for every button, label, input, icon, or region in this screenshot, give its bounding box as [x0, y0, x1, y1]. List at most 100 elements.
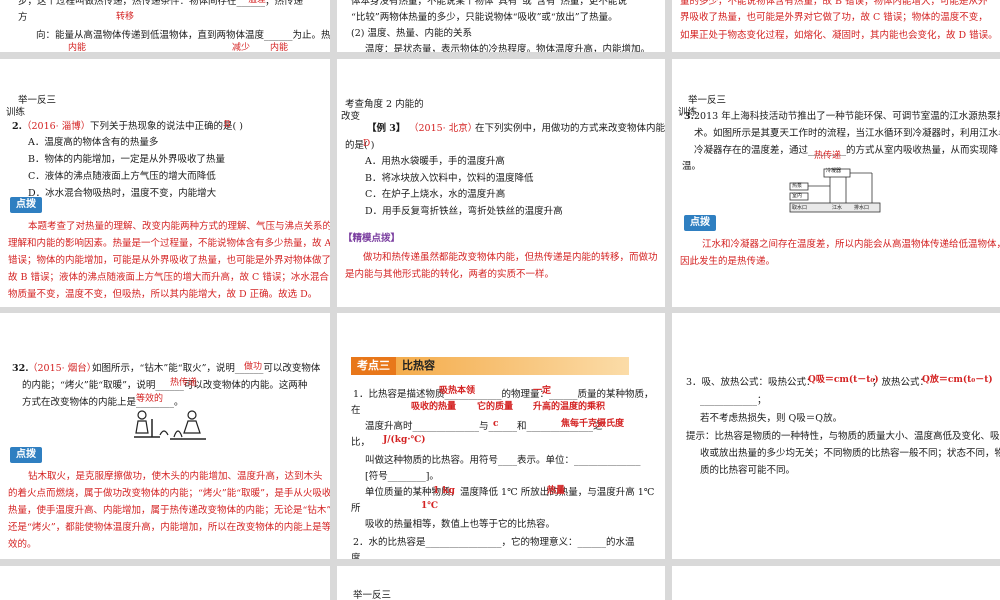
answer-text: D	[363, 139, 371, 149]
answer-text: 吸热本领	[439, 386, 476, 396]
tip-line: 因此发生的是热传递。	[680, 256, 776, 267]
question-number: 32.	[12, 363, 29, 374]
formula-line: 3．吸、放热公式：吸热公式：	[686, 377, 816, 388]
option-b: B．物体的内能增加，一定是从外界吸收了热量	[28, 154, 225, 165]
slide-middle-right[interactable]: 举一反三 训练 3. 2013 年上海科技活动节推出了一种节能环保、可调节室温的…	[672, 59, 1000, 307]
slide-middle-middle[interactable]: 考查角度 2 内能的 改变 【例 3】 （2015· 北京） 在下列实例中，用做…	[337, 59, 665, 307]
slide-partial-right[interactable]	[672, 566, 1000, 600]
text-line: 2．水的比热容是________________，它的物理意义：______的水…	[353, 537, 635, 548]
section-header: 举一反三	[353, 590, 392, 600]
tip-line: 理解和内能的影响因素。热量是一个过程量，不能说物体含有多少热量，故 A	[8, 238, 330, 249]
tip-line: 的着火点而燃烧，属于做功改变物体的内能；“烤火”能“取暖”，是手从火吸收	[8, 488, 330, 499]
diagram-label: 排水口	[854, 205, 870, 211]
tip-line: 物质量不变，温度不变，但吸热，所以其内能增大，故 D 正确。故选 D。	[8, 289, 318, 300]
answer-text: 内能	[270, 43, 289, 52]
slide-partial-middle[interactable]: 举一反三	[337, 566, 665, 600]
question-text: 下列关于热现象的说法中正确的是( )	[90, 121, 243, 132]
tip-line: 故 B 错误；液体的沸点随液面上方气压的增大而升高，故 C 错误；冰水混合	[8, 272, 329, 283]
slide-bottom-middle[interactable]: 考点三 比热容 1．比热容是描述物质____________的物理量：______…	[337, 313, 665, 559]
option-c: C．液体的沸点随液面上方气压的增大而降低	[28, 171, 216, 182]
topic-tag-title: 比热容	[402, 359, 435, 372]
tip-line: 是内能与其他形式能的转化，两者的实质不一样。	[345, 269, 555, 280]
answer-text: B	[224, 120, 231, 130]
diagram-label: 热泵	[792, 183, 803, 189]
formula-line: ；放热公式：	[872, 377, 930, 388]
answer-text: 一定	[533, 386, 552, 396]
text-line: [符号________]。	[365, 471, 439, 482]
text-line: 比，	[351, 437, 371, 448]
answer-text: 焦每千克摄氏度	[561, 419, 625, 429]
answer-text: 等效的	[136, 394, 164, 404]
question-text: 如图所示，“钻木”能“取火”，说明______可以改变物体	[92, 363, 321, 374]
option-c: C．在炉子上烧水，水的温度升高	[365, 189, 506, 200]
question-source: （2016· 淄博）	[22, 121, 91, 132]
slide-top-right[interactable]: 量的多少，不能说物体含有热量，故 B 错误；物体内能增大，可能是从外 界吸收了热…	[672, 0, 1000, 52]
option-b: B．将冰块放入饮料中，饮料的温度降低	[365, 173, 534, 184]
tip-line: 收或放出热量的多少均无关；不同物质的比热容一般不同；状态不同，物	[700, 448, 1000, 459]
diagram-label: 冷凝器	[826, 168, 842, 174]
example-label: 【例 3】	[367, 123, 406, 134]
question-source: （2015· 烟台）	[28, 363, 97, 374]
topic-tag-label: 考点三	[351, 357, 396, 375]
tip-line: 本题考查了对热量的理解、改变内能两种方式的理解、气压与沸点关系的	[28, 221, 330, 232]
tip-line: 界吸收了热量，也可能是外界对它做了功，故 C 错误；物体的温度不变，	[680, 12, 988, 23]
question-number: 3.	[684, 111, 694, 122]
answer-text: 减少	[232, 43, 251, 52]
text-line: 所	[351, 503, 361, 514]
text-line: 单位质量的某种物质，温度降低 1℃ 所放出的热量，与温度升高 1℃	[365, 487, 655, 498]
text-line: 度	[351, 553, 361, 559]
answer-text: 热量	[547, 486, 566, 496]
question-text: 的内能；“烤火”能“取暖”，说明______可以改变物体的内能。这两种	[22, 380, 308, 391]
formula-line: ____________；	[700, 395, 767, 406]
question-text: 2013 年上海科技活动节推出了一种节能环保、可调节室温的江水源热泵技	[694, 111, 1000, 122]
answer-text: J/(kg·℃)	[383, 435, 426, 445]
option-a: A．用热水袋暖手，手的温度升高	[365, 156, 505, 167]
tip-line: 钻木取火，是克服摩擦做功，使木头的内能增加、温度升高，达到木头	[28, 471, 323, 482]
answer-text: 1℃	[421, 501, 439, 511]
text-line: 在	[351, 405, 361, 416]
answer-text: 吸收的热量	[411, 402, 457, 412]
tip-badge: 点拨	[10, 447, 42, 463]
topic-tag: 考点三 比热容	[351, 357, 629, 375]
tip-tag: 【精模点拨】	[343, 233, 401, 244]
drill-fire-illustration	[130, 409, 210, 443]
diagram-label: 室内	[792, 193, 803, 199]
example-source: （2015· 北京）	[409, 123, 478, 134]
answer-text: 1 kg	[433, 486, 455, 496]
tip-badge: 点拨	[10, 197, 42, 213]
tip-line: 提示：比热容是物质的一种特性，与物质的质量大小、温度高低及变化、吸	[686, 431, 1000, 442]
slide-top-left[interactable]: 步，这个过程叫做热传递，热传递条件：物体间存在______；热传递 温差 方 转…	[0, 0, 330, 52]
answer-text: 做功	[244, 362, 263, 372]
slide-bottom-right[interactable]: 3．吸、放热公式：吸热公式： Q吸＝cm(t－t₀) ；放热公式： Q放＝cm(…	[672, 313, 1000, 559]
answer-text: 热传递	[170, 378, 198, 388]
text-line: 吸收的热量相等，数值上也等于它的比热容。	[365, 519, 556, 530]
text-line: 若不考虑热损失，则 Q吸＝Q放。	[700, 413, 843, 424]
diagram-label: 取水口	[792, 205, 808, 211]
section-sub: 改变	[341, 111, 361, 122]
answer-text: 温差	[248, 0, 267, 5]
formula-heat-release: Q放＝cm(t₀－t)	[922, 375, 993, 385]
text-line: 温度：是状态量，表示物体的冷热程度。物体温度升高，内能增加。	[365, 44, 651, 52]
answer-text: 内能	[68, 43, 87, 52]
option-a: A．温度高的物体含有的热量多	[28, 137, 159, 148]
tip-line: 做功和热传递虽然都能改变物体内能，但热传递是内能的转移，而做功	[363, 252, 658, 263]
slide-bottom-left[interactable]: 32. （2015· 烟台） 如图所示，“钻木”能“取火”，说明______可以…	[0, 313, 330, 559]
diagram-label: 江水	[832, 205, 843, 211]
text-line: (2) 温度、热量、内能的关系	[351, 28, 472, 39]
tip-line: 热量，使手温度升高、内能增加，属于热传递改变物体的内能；无论是“钻木”，	[8, 505, 330, 516]
option-d: D．用手反复弯折铁丝，弯折处铁丝的温度升高	[365, 206, 563, 217]
heat-pump-diagram: 冷凝器 热泵 室内 取水口 江水 排水口	[788, 167, 884, 213]
question-text: 术。如图所示是其夏天工作时的流程，当江水循环到冷凝器时，利用江水与	[694, 128, 1000, 139]
text-line: 体本身没有热量，不能说某个物体“具有”或“含有”热量，更不能说	[351, 0, 627, 7]
formula-heat-absorb: Q吸＝cm(t－t₀)	[808, 375, 879, 385]
answer-text: 升高的温度的乘积	[533, 402, 606, 412]
text-line: “比较”两物体热量的多少，只能说物体“吸收”或“放出”了热量。	[351, 12, 618, 23]
tip-line: 效的。	[8, 539, 37, 550]
slide-top-middle[interactable]: 体本身没有热量，不能说某个物体“具有”或“含有”热量，更不能说 “比较”两物体热…	[337, 0, 665, 52]
tip-line: 江水和冷凝器之间存在温度差，所以内能会从高温物体传递给低温物体，	[702, 239, 1000, 250]
tip-line: 错误；物体的内能增加，可能是从外界吸收了热量，也可能是外界对物体做了功，	[8, 255, 330, 266]
slide-partial-left[interactable]	[0, 566, 330, 600]
tip-line: 质的比热容可能不同。	[700, 465, 796, 476]
answer-text: 它的质量	[477, 402, 514, 412]
slide-middle-left[interactable]: 举一反三 训练 2. （2016· 淄博） 下列关于热现象的说法中正确的是( )…	[0, 59, 330, 307]
